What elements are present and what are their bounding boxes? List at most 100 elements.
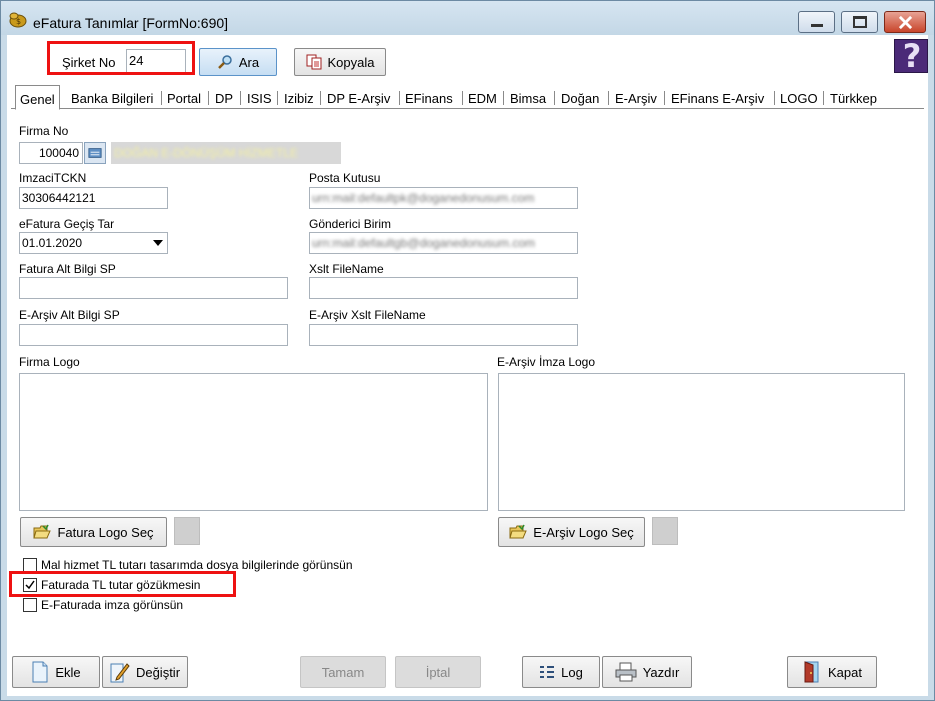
tamam-button[interactable]: Tamam — [300, 656, 386, 688]
firma-logo-image-box[interactable] — [19, 373, 488, 511]
folder-open-icon — [509, 524, 528, 539]
mal-hizmet-checkbox[interactable] — [23, 558, 37, 572]
tab-label: ISIS — [247, 91, 272, 106]
iptal-button[interactable]: İptal — [395, 656, 481, 688]
tab-separator — [208, 91, 209, 105]
tab-isis[interactable]: ISIS — [243, 87, 276, 109]
tab-separator — [503, 91, 504, 105]
log-list-icon — [540, 666, 555, 678]
earsiv-alt-bilgi-label: E-Arşiv Alt Bilgi SP — [19, 308, 120, 322]
earsiv-xslt-label: E-Arşiv Xslt FileName — [309, 308, 426, 322]
tab-strip: Genel Banka Bilgileri Portal DP ISIS Izi… — [11, 85, 924, 110]
firma-lookup-button[interactable] — [84, 142, 106, 164]
fatura-logo-sec-label: Fatura Logo Seç — [57, 524, 154, 540]
tab-genel[interactable]: Genel — [15, 85, 60, 110]
tab-label: DP E-Arşiv — [327, 91, 391, 106]
posta-kutusu-value: urn:mail:defaultpk@doganedonusum.com — [312, 191, 535, 205]
tab-label: Doğan — [561, 91, 600, 106]
degistir-button[interactable]: Değiştir — [102, 656, 188, 688]
tab-label: LOGO — [780, 91, 818, 106]
xslt-filename-input[interactable] — [309, 277, 578, 299]
efaturada-imza-label: E-Faturada imza görünsün — [41, 598, 184, 612]
tab-label: Portal — [167, 91, 201, 106]
gecis-tar-label: eFatura Geçiş Tar — [19, 217, 115, 231]
efaturada-imza-checkbox[interactable] — [23, 598, 37, 612]
kopyala-button[interactable]: Kopyala — [294, 48, 386, 76]
printer-icon — [615, 662, 637, 682]
dropdown-arrow-icon[interactable] — [153, 240, 163, 246]
tab-dp[interactable]: DP — [211, 87, 237, 109]
tab-label: Banka Bilgileri — [71, 91, 154, 106]
tab-label: EDM — [468, 91, 497, 106]
tab-separator — [462, 91, 463, 105]
gecis-tar-date-input[interactable]: 01.01.2020 — [19, 232, 168, 254]
tab-izibiz[interactable]: Izibiz — [280, 87, 318, 109]
iptal-label: İptal — [425, 664, 451, 680]
window-title: eFatura Tanımlar [FormNo:690] — [33, 15, 229, 31]
bottom-button-bar: Ekle Değiştir Tamam İptal Log Yazdır Kap… — [7, 643, 928, 696]
tab-efinans[interactable]: EFinans — [401, 87, 457, 109]
earsiv-logo-clear-button[interactable] — [652, 517, 678, 545]
log-button[interactable]: Log — [522, 656, 600, 688]
degistir-label: Değiştir — [135, 664, 181, 680]
minimize-button[interactable] — [798, 11, 835, 33]
close-icon — [898, 15, 913, 30]
firma-logo-label: Firma Logo — [19, 355, 80, 369]
gonderici-birim-label: Gönderici Birim — [309, 217, 392, 231]
fatura-alt-bilgi-input[interactable] — [19, 277, 288, 299]
tab-banka-bilgileri[interactable]: Banka Bilgileri — [67, 87, 157, 109]
firma-no-input[interactable]: 100040 — [19, 142, 83, 164]
tab-efinans-e-arsiv[interactable]: EFinans E-Arşiv — [667, 87, 768, 109]
yazdir-label: Yazdır — [642, 664, 680, 680]
tab-dp-e-arsiv[interactable]: DP E-Arşiv — [323, 87, 394, 109]
lookup-icon — [88, 148, 102, 158]
kapat-label: Kapat — [828, 664, 862, 680]
tab-separator — [277, 91, 278, 105]
new-document-icon — [32, 661, 48, 683]
gonderici-birim-input[interactable]: urn:mail:defaultgb@doganedonusum.com — [309, 232, 578, 254]
efatura-window: $ eFatura Tanımlar [FormNo:690] Şirket N… — [0, 0, 935, 701]
help-icon[interactable]: ? — [894, 37, 928, 75]
tab-separator — [774, 91, 775, 105]
tab-dogan[interactable]: Doğan — [557, 87, 603, 109]
tab-separator — [554, 91, 555, 105]
kopyala-label: Kopyala — [327, 54, 375, 70]
exit-door-icon — [804, 661, 819, 683]
tab-turkkep[interactable]: Türkkep — [826, 87, 881, 109]
svg-text:$: $ — [16, 17, 21, 26]
edit-pencil-icon — [110, 663, 130, 683]
tab-bimsa[interactable]: Bimsa — [506, 87, 550, 109]
kapat-button[interactable]: Kapat — [787, 656, 877, 688]
tab-label: Izibiz — [284, 91, 314, 106]
tab-edm[interactable]: EDM — [464, 87, 501, 109]
copy-icon — [306, 54, 321, 70]
fatura-logo-clear-button[interactable] — [174, 517, 200, 545]
gecis-tar-value: 01.01.2020 — [22, 236, 83, 250]
title-bar[interactable]: $ eFatura Tanımlar [FormNo:690] — [1, 1, 934, 35]
app-money-bag-icon: $ — [9, 12, 27, 28]
imzaci-input[interactable]: 30306442121 — [19, 187, 168, 209]
tab-separator — [823, 91, 824, 105]
yazdir-button[interactable]: Yazdır — [602, 656, 692, 688]
tab-e-arsiv[interactable]: E-Arşiv — [611, 87, 661, 109]
tab-label: EFinans — [405, 91, 453, 106]
tab-separator — [399, 91, 400, 105]
earsiv-alt-bilgi-input[interactable] — [19, 324, 288, 346]
imza-logo-image-box[interactable] — [498, 373, 905, 511]
maximize-button[interactable] — [841, 11, 878, 33]
fatura-logo-sec-button[interactable]: Fatura Logo Seç — [20, 517, 167, 547]
ekle-button[interactable]: Ekle — [12, 656, 100, 688]
tab-label: Türkkep — [830, 91, 877, 106]
earsiv-xslt-input[interactable] — [309, 324, 578, 346]
tab-portal[interactable]: Portal — [163, 87, 205, 109]
form-client-area: Şirket No 24 Ara Kopyala ? Genel Banka B… — [7, 35, 928, 696]
ara-button[interactable]: Ara — [199, 48, 277, 76]
firma-no-label: Firma No — [19, 124, 69, 138]
earsiv-logo-sec-button[interactable]: E-Arşiv Logo Seç — [498, 517, 645, 547]
ekle-label: Ekle — [55, 664, 81, 680]
tab-separator — [664, 91, 665, 105]
tab-logo[interactable]: LOGO — [776, 87, 822, 109]
posta-kutusu-label: Posta Kutusu — [309, 171, 381, 185]
posta-kutusu-input[interactable]: urn:mail:defaultpk@doganedonusum.com — [309, 187, 578, 209]
close-button[interactable] — [884, 11, 926, 33]
